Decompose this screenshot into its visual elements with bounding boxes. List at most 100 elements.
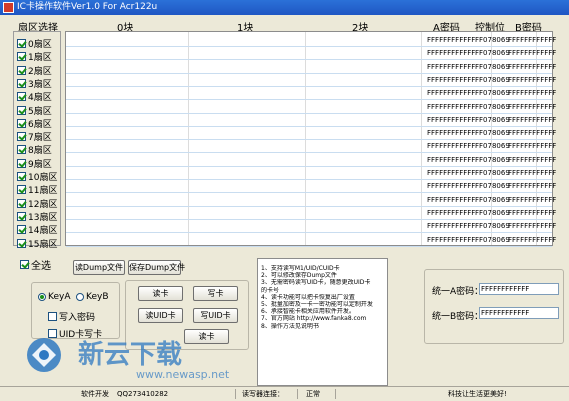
grid-key-a-cell[interactable]: FFFFFFFFFFFF	[427, 63, 475, 71]
sector-checkbox-3[interactable]: 3扇区	[17, 77, 52, 90]
grid-control-cell[interactable]: FF078069	[475, 89, 510, 97]
status-divider	[235, 389, 236, 399]
grid-row-divider	[66, 46, 552, 47]
grid-control-cell[interactable]: FF078069	[475, 116, 510, 124]
sector-checkbox-10[interactable]: 10扇区	[17, 170, 57, 183]
read-uid-button[interactable]: 读UID卡	[138, 308, 183, 323]
grid-key-b-cell[interactable]: FFFFFFFFFFFF	[508, 169, 556, 177]
grid-control-cell[interactable]: FF078069	[475, 63, 510, 71]
grid-control-cell[interactable]: FF078069	[475, 129, 510, 137]
sector-checkbox-0[interactable]: 0扇区	[17, 37, 52, 50]
grid-key-b-cell[interactable]: FFFFFFFFFFFF	[508, 116, 556, 124]
sector-checkbox-14[interactable]: 14扇区	[17, 223, 57, 236]
grid-key-a-cell[interactable]: FFFFFFFFFFFF	[427, 49, 475, 57]
write-password-checkbox[interactable]: 写入密码	[48, 310, 95, 323]
grid-control-cell[interactable]: FF078069	[475, 142, 510, 150]
grid-key-a-cell[interactable]: FFFFFFFFFFFF	[427, 142, 475, 150]
grid-key-a-cell[interactable]: FFFFFFFFFFFF	[427, 182, 475, 190]
grid-key-b-cell[interactable]: FFFFFFFFFFFF	[508, 209, 556, 217]
sector-checkbox-4[interactable]: 4扇区	[17, 90, 52, 103]
grid-row-divider	[66, 125, 552, 127]
write-uid-button[interactable]: 写UID卡	[193, 308, 238, 323]
read-card-button[interactable]: 读卡	[138, 286, 183, 301]
data-grid[interactable]: FFFFFFFFFFFF FF078069 FFFFFFFFFFFF FFFFFFFF…	[65, 31, 556, 247]
status-dev-qq: QQ273410282	[117, 390, 169, 398]
grid-key-b-cell[interactable]: FFFFFFFFFFFF	[508, 182, 556, 190]
select-all-checkbox[interactable]: 全选	[20, 258, 51, 272]
sector-label: 9扇区	[28, 159, 52, 170]
unified-key-a-input[interactable]: FFFFFFFFFFFF	[479, 283, 559, 295]
sector-label: 7扇区	[28, 133, 52, 144]
grid-control-cell[interactable]: FF078069	[475, 36, 510, 44]
grid-control-cell[interactable]: FF078069	[475, 169, 510, 177]
grid-key-b-cell[interactable]: FFFFFFFFFFFF	[508, 222, 556, 230]
sector-checkbox-8[interactable]: 8扇区	[17, 143, 52, 156]
grid-key-b-cell[interactable]: FFFFFFFFFFFF	[508, 236, 556, 244]
grid-key-a-cell[interactable]: FFFFFFFFFFFF	[427, 89, 475, 97]
watermark-brand: 新云下载	[78, 339, 182, 370]
sector-checkbox-6[interactable]: 6扇区	[17, 117, 52, 130]
grid-key-a-cell[interactable]: FFFFFFFFFFFF	[427, 36, 475, 44]
sector-checkbox-7[interactable]: 7扇区	[17, 130, 52, 143]
status-bar: 软件开发 QQ273410282 读写器连接： 正常 科技让生活更美好!	[0, 386, 569, 401]
grid-control-cell[interactable]: FF078069	[475, 76, 510, 84]
grid-key-a-cell[interactable]: FFFFFFFFFFFF	[427, 222, 475, 230]
grid-key-a-cell[interactable]: FFFFFFFFFFFF	[427, 156, 475, 164]
grid-key-a-cell[interactable]: FFFFFFFFFFFF	[427, 236, 475, 244]
grid-key-a-cell[interactable]: FFFFFFFFFFFF	[427, 76, 475, 84]
sector-checkbox-12[interactable]: 12扇区	[17, 197, 57, 210]
info-line: 的卡号	[261, 286, 280, 294]
grid-key-b-cell[interactable]: FFFFFFFFFFFF	[508, 156, 556, 164]
sector-checkbox-5[interactable]: 5扇区	[17, 104, 52, 117]
grid-control-cell[interactable]: FF078069	[475, 182, 510, 190]
grid-key-a-cell[interactable]: FFFFFFFFFFFF	[427, 129, 475, 137]
grid-key-b-cell[interactable]: FFFFFFFFFFFF	[508, 63, 556, 71]
unified-key-b-input[interactable]: FFFFFFFFFFFF	[479, 307, 559, 319]
status-divider	[335, 389, 336, 399]
grid-control-cell[interactable]: FF078069	[475, 222, 510, 230]
checkbox-icon	[17, 225, 26, 235]
grid-control-cell[interactable]: FF078069	[475, 49, 510, 57]
sector-checkbox-15[interactable]: 15扇区	[17, 237, 57, 250]
grid-control-cell[interactable]: FF078069	[475, 103, 510, 111]
status-reader-state: 正常	[306, 390, 320, 398]
grid-key-a-cell[interactable]: FFFFFFFFFFFF	[427, 116, 475, 124]
checkbox-icon	[20, 260, 29, 269]
sector-label: 15扇区	[28, 239, 58, 250]
write-card-button[interactable]: 写卡	[193, 286, 238, 301]
grid-control-cell[interactable]: FF078069	[475, 196, 510, 204]
grid-key-b-cell[interactable]: FFFFFFFFFFFF	[508, 49, 556, 57]
window-title: IC卡操作软件Ver1.0 For Acr122u	[17, 2, 158, 12]
read-dump-button[interactable]: 读Dump文件	[73, 260, 125, 275]
checkbox-icon	[17, 145, 26, 155]
unified-key-a-label: 统一A密码：	[432, 287, 484, 297]
grid-control-cell[interactable]: FF078069	[475, 156, 510, 164]
unified-key-b-label: 统一B密码：	[432, 312, 484, 322]
grid-key-a-cell[interactable]: FFFFFFFFFFFF	[427, 103, 475, 111]
save-dump-button[interactable]: 保存Dump文件	[128, 260, 185, 275]
sector-panel: 0扇区 1扇区 2扇区 3扇区 4扇区 5扇区 6扇区 7扇区 8扇区 9扇区 10扇区 11扇区 12…	[13, 31, 61, 250]
grid-key-b-cell[interactable]: FFFFFFFFFFFF	[508, 76, 556, 84]
key-b-radio[interactable]: KeyB	[76, 292, 109, 302]
grid-control-cell[interactable]: FF078069	[475, 209, 510, 217]
grid-key-b-cell[interactable]: FFFFFFFFFFFF	[508, 36, 556, 44]
grid-key-b-cell[interactable]: FFFFFFFFFFFF	[508, 142, 556, 150]
key-a-radio[interactable]: KeyA	[38, 292, 70, 302]
sector-checkbox-1[interactable]: 1扇区	[17, 50, 52, 63]
grid-key-b-cell[interactable]: FFFFFFFFFFFF	[508, 89, 556, 97]
grid-row-divider	[66, 112, 552, 114]
sector-label: 5扇区	[28, 106, 52, 117]
sector-checkbox-2[interactable]: 2扇区	[17, 64, 52, 77]
sector-checkbox-13[interactable]: 13扇区	[17, 210, 57, 223]
grid-key-a-cell[interactable]: FFFFFFFFFFFF	[427, 196, 475, 204]
checkbox-icon	[17, 158, 26, 168]
grid-key-b-cell[interactable]: FFFFFFFFFFFF	[508, 103, 556, 111]
grid-key-a-cell[interactable]: FFFFFFFFFFFF	[427, 169, 475, 177]
grid-control-cell[interactable]: FF078069	[475, 236, 510, 244]
grid-key-a-cell[interactable]: FFFFFFFFFFFF	[427, 209, 475, 217]
sector-checkbox-9[interactable]: 9扇区	[17, 157, 52, 170]
grid-row-divider	[66, 232, 552, 234]
grid-key-b-cell[interactable]: FFFFFFFFFFFF	[508, 196, 556, 204]
grid-key-b-cell[interactable]: FFFFFFFFFFFF	[508, 129, 556, 137]
sector-checkbox-11[interactable]: 11扇区	[17, 183, 57, 196]
